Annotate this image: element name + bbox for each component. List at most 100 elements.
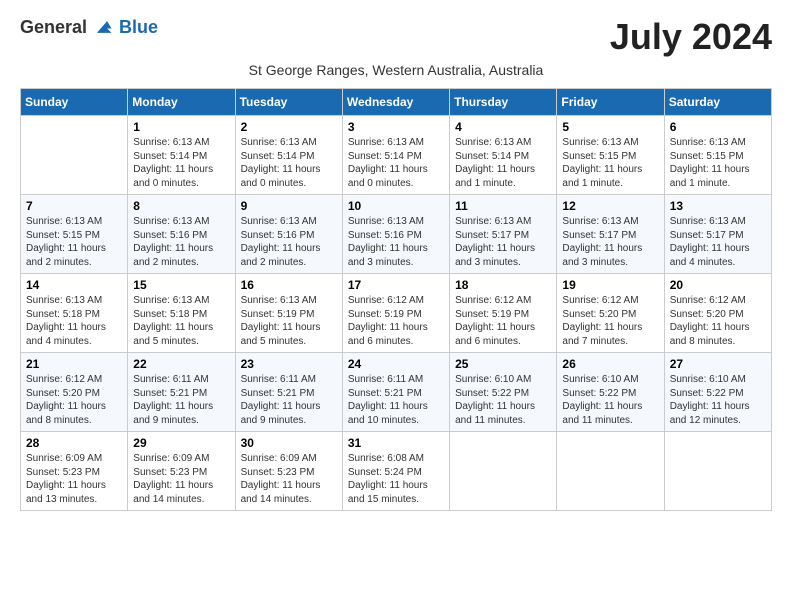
col-tuesday: Tuesday: [235, 89, 342, 116]
day-info: Sunrise: 6:13 AM Sunset: 5:14 PM Dayligh…: [241, 136, 337, 190]
logo-general-text: General: [20, 17, 87, 38]
calendar-cell: 14Sunrise: 6:13 AM Sunset: 5:18 PM Dayli…: [21, 274, 128, 353]
calendar-cell: [664, 432, 771, 511]
day-number: 28: [26, 436, 122, 450]
day-number: 27: [670, 357, 766, 371]
calendar-cell: 22Sunrise: 6:11 AM Sunset: 5:21 PM Dayli…: [128, 353, 235, 432]
day-number: 31: [348, 436, 444, 450]
calendar-cell: 7 Sunrise: 6:13 AM Sunset: 5:15 PM Daylig…: [21, 195, 128, 274]
day-number: 8: [133, 199, 229, 213]
day-info: Sunrise: 6:09 AM Sunset: 5:23 PM Dayligh…: [241, 452, 337, 506]
day-info: Sunrise: 6:13 AM Sunset: 5:17 PM Dayligh…: [562, 215, 658, 269]
day-info: Sunrise: 6:12 AM Sunset: 5:20 PM Dayligh…: [26, 373, 122, 427]
calendar-cell: 3 Sunrise: 6:13 AM Sunset: 5:14 PM Daylig…: [342, 116, 449, 195]
day-info: Sunrise: 6:09 AM Sunset: 5:23 PM Dayligh…: [26, 452, 122, 506]
day-info: Sunrise: 6:11 AM Sunset: 5:21 PM Dayligh…: [348, 373, 444, 427]
calendar-cell: 11 Sunrise: 6:13 AM Sunset: 5:17 PM Dayli…: [450, 195, 557, 274]
day-number: 20: [670, 278, 766, 292]
day-info: Sunrise: 6:13 AM Sunset: 5:17 PM Dayligh…: [455, 215, 551, 269]
day-number: 3: [348, 120, 444, 134]
day-number: 13: [670, 199, 766, 213]
day-number: 6: [670, 120, 766, 134]
calendar-cell: 17 Sunrise: 6:12 AM Sunset: 5:19 PM Dayli…: [342, 274, 449, 353]
day-info: Sunrise: 6:12 AM Sunset: 5:19 PM Dayligh…: [455, 294, 551, 348]
calendar-cell: [21, 116, 128, 195]
day-info: Sunrise: 6:13 AM Sunset: 5:14 PM Dayligh…: [455, 136, 551, 190]
col-saturday: Saturday: [664, 89, 771, 116]
day-number: 15: [133, 278, 229, 292]
calendar-cell: 6 Sunrise: 6:13 AM Sunset: 5:15 PM Daylig…: [664, 116, 771, 195]
calendar-cell: 21 Sunrise: 6:12 AM Sunset: 5:20 PM Dayli…: [21, 353, 128, 432]
day-info: Sunrise: 6:12 AM Sunset: 5:20 PM Dayligh…: [670, 294, 766, 348]
calendar-cell: 16 Sunrise: 6:13 AM Sunset: 5:19 PM Dayli…: [235, 274, 342, 353]
day-info: Sunrise: 6:13 AM Sunset: 5:14 PM Dayligh…: [133, 136, 229, 190]
day-info: Sunrise: 6:13 AM Sunset: 5:15 PM Dayligh…: [562, 136, 658, 190]
calendar-cell: 24 Sunrise: 6:11 AM Sunset: 5:21 PM Dayli…: [342, 353, 449, 432]
day-number: 4: [455, 120, 551, 134]
col-wednesday: Wednesday: [342, 89, 449, 116]
day-info: Sunrise: 6:13 AM Sunset: 5:16 PM Dayligh…: [241, 215, 337, 269]
calendar-header-row: Sunday Monday Tuesday Wednesday Thursday…: [21, 89, 772, 116]
day-number: 7: [26, 199, 122, 213]
day-number: 30: [241, 436, 337, 450]
day-number: 9: [241, 199, 337, 213]
calendar-cell: 26 Sunrise: 6:10 AM Sunset: 5:22 PM Dayli…: [557, 353, 664, 432]
col-friday: Friday: [557, 89, 664, 116]
day-number: 23: [241, 357, 337, 371]
day-number: 1: [133, 120, 229, 134]
calendar-cell: 19Sunrise: 6:12 AM Sunset: 5:20 PM Dayli…: [557, 274, 664, 353]
calendar-cell: 29 Sunrise: 6:09 AM Sunset: 5:23 PM Dayli…: [128, 432, 235, 511]
calendar-cell: 2 Sunrise: 6:13 AM Sunset: 5:14 PM Daylig…: [235, 116, 342, 195]
day-info: Sunrise: 6:10 AM Sunset: 5:22 PM Dayligh…: [562, 373, 658, 427]
day-info: Sunrise: 6:13 AM Sunset: 5:15 PM Dayligh…: [26, 215, 122, 269]
day-number: 18: [455, 278, 551, 292]
day-info: Sunrise: 6:13 AM Sunset: 5:16 PM Dayligh…: [133, 215, 229, 269]
day-info: Sunrise: 6:13 AM Sunset: 5:15 PM Dayligh…: [670, 136, 766, 190]
logo-blue-text: Blue: [119, 17, 158, 38]
day-info: Sunrise: 6:13 AM Sunset: 5:16 PM Dayligh…: [348, 215, 444, 269]
calendar-week-row: 1 Sunrise: 6:13 AM Sunset: 5:14 PM Daylig…: [21, 116, 772, 195]
calendar-cell: 12Sunrise: 6:13 AM Sunset: 5:17 PM Dayli…: [557, 195, 664, 274]
calendar-cell: 27 Sunrise: 6:10 AM Sunset: 5:22 PM Dayli…: [664, 353, 771, 432]
calendar-cell: 20 Sunrise: 6:12 AM Sunset: 5:20 PM Dayli…: [664, 274, 771, 353]
day-number: 26: [562, 357, 658, 371]
logo: General Blue: [20, 16, 158, 38]
calendar-cell: 10 Sunrise: 6:13 AM Sunset: 5:16 PM Dayli…: [342, 195, 449, 274]
day-info: Sunrise: 6:08 AM Sunset: 5:24 PM Dayligh…: [348, 452, 444, 506]
day-number: 11: [455, 199, 551, 213]
day-info: Sunrise: 6:09 AM Sunset: 5:23 PM Dayligh…: [133, 452, 229, 506]
day-info: Sunrise: 6:13 AM Sunset: 5:19 PM Dayligh…: [241, 294, 337, 348]
day-info: Sunrise: 6:10 AM Sunset: 5:22 PM Dayligh…: [670, 373, 766, 427]
day-number: 24: [348, 357, 444, 371]
day-info: Sunrise: 6:12 AM Sunset: 5:20 PM Dayligh…: [562, 294, 658, 348]
calendar-cell: 30 Sunrise: 6:09 AM Sunset: 5:23 PM Dayli…: [235, 432, 342, 511]
calendar-cell: 23 Sunrise: 6:11 AM Sunset: 5:21 PM Dayli…: [235, 353, 342, 432]
calendar-cell: [450, 432, 557, 511]
calendar-cell: 18 Sunrise: 6:12 AM Sunset: 5:19 PM Dayli…: [450, 274, 557, 353]
day-number: 2: [241, 120, 337, 134]
page-header: General Blue July 2024: [20, 16, 772, 58]
day-info: Sunrise: 6:13 AM Sunset: 5:18 PM Dayligh…: [26, 294, 122, 348]
calendar-week-row: 14Sunrise: 6:13 AM Sunset: 5:18 PM Dayli…: [21, 274, 772, 353]
col-thursday: Thursday: [450, 89, 557, 116]
calendar-week-row: 28 Sunrise: 6:09 AM Sunset: 5:23 PM Dayli…: [21, 432, 772, 511]
day-number: 29: [133, 436, 229, 450]
calendar-cell: 28 Sunrise: 6:09 AM Sunset: 5:23 PM Dayli…: [21, 432, 128, 511]
day-info: Sunrise: 6:12 AM Sunset: 5:19 PM Dayligh…: [348, 294, 444, 348]
day-info: Sunrise: 6:13 AM Sunset: 5:14 PM Dayligh…: [348, 136, 444, 190]
logo-icon: [91, 16, 113, 38]
day-info: Sunrise: 6:11 AM Sunset: 5:21 PM Dayligh…: [133, 373, 229, 427]
day-number: 5: [562, 120, 658, 134]
day-info: Sunrise: 6:13 AM Sunset: 5:17 PM Dayligh…: [670, 215, 766, 269]
day-number: 10: [348, 199, 444, 213]
calendar-cell: 13 Sunrise: 6:13 AM Sunset: 5:17 PM Dayli…: [664, 195, 771, 274]
day-number: 17: [348, 278, 444, 292]
day-info: Sunrise: 6:11 AM Sunset: 5:21 PM Dayligh…: [241, 373, 337, 427]
calendar-cell: 9 Sunrise: 6:13 AM Sunset: 5:16 PM Daylig…: [235, 195, 342, 274]
day-info: Sunrise: 6:10 AM Sunset: 5:22 PM Dayligh…: [455, 373, 551, 427]
day-info: Sunrise: 6:13 AM Sunset: 5:18 PM Dayligh…: [133, 294, 229, 348]
day-number: 16: [241, 278, 337, 292]
calendar-cell: 31 Sunrise: 6:08 AM Sunset: 5:24 PM Dayli…: [342, 432, 449, 511]
day-number: 21: [26, 357, 122, 371]
calendar-table: Sunday Monday Tuesday Wednesday Thursday…: [20, 88, 772, 511]
